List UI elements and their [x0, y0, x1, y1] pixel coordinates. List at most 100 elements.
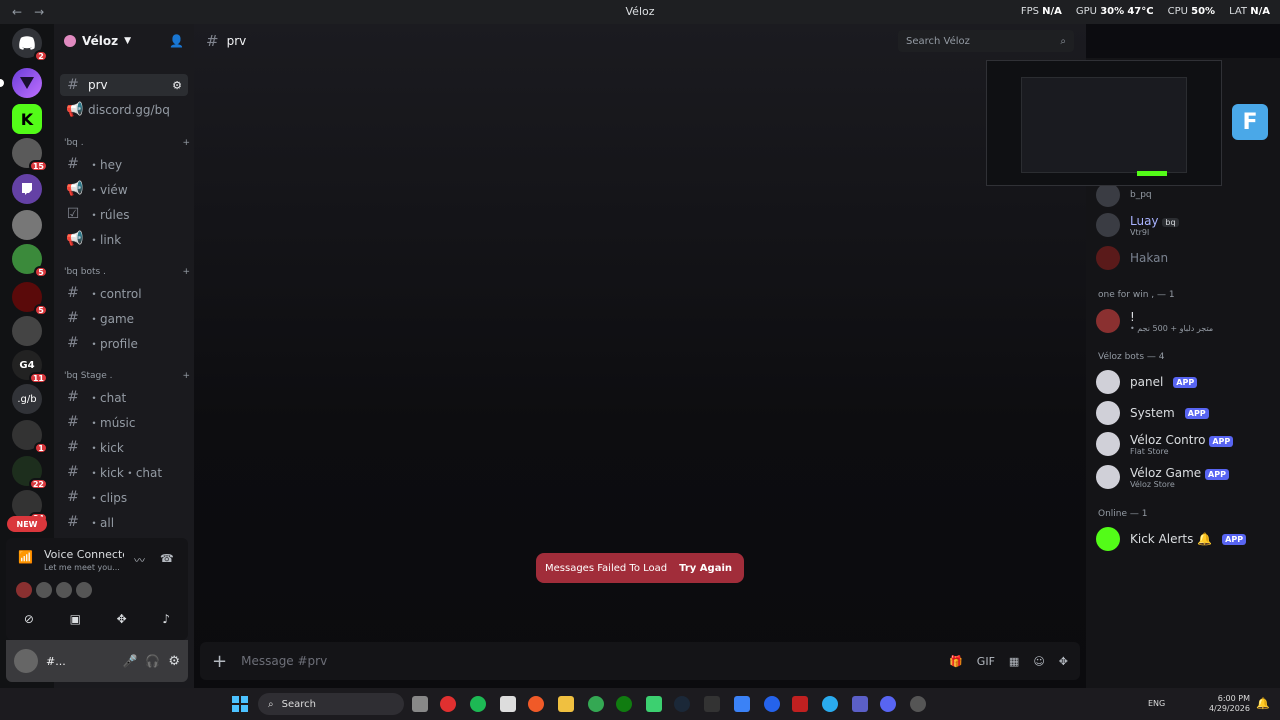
- plus-icon[interactable]: +: [182, 371, 190, 381]
- member-item[interactable]: Hakan: [1096, 245, 1276, 271]
- add-attachment-icon[interactable]: +: [212, 651, 227, 672]
- channel-item[interactable]: # ・chat: [60, 386, 188, 408]
- notification-bell-icon[interactable]: 🔔: [1256, 697, 1270, 710]
- channel-item[interactable]: # ・músic: [60, 411, 188, 433]
- channel-item[interactable]: # ・game: [60, 307, 188, 329]
- signal-icon[interactable]: 📶: [18, 550, 33, 564]
- microphone-icon[interactable]: 🎤: [122, 654, 137, 668]
- app-icon[interactable]: [910, 696, 926, 712]
- direct-messages-button[interactable]: 2: [12, 28, 48, 62]
- screen-share-icon[interactable]: ▣: [70, 612, 81, 626]
- kick-server-icon[interactable]: K: [12, 104, 42, 134]
- soundboard-icon[interactable]: ♪: [162, 612, 170, 626]
- activities-icon[interactable]: ✥: [117, 612, 127, 626]
- telegram-icon[interactable]: [822, 696, 838, 712]
- stream-preview[interactable]: [986, 60, 1222, 186]
- avatar[interactable]: [56, 582, 72, 598]
- avatar[interactable]: [14, 649, 38, 673]
- member-item[interactable]: System APP: [1096, 400, 1276, 426]
- server-icon[interactable]: 15: [12, 138, 48, 172]
- avatar[interactable]: [16, 582, 32, 598]
- apps-icon[interactable]: ✥: [1059, 655, 1068, 668]
- category-header[interactable]: 'bq Stage . +: [64, 371, 190, 381]
- try-again-button[interactable]: Try Again: [679, 563, 732, 574]
- app-icon[interactable]: [734, 696, 750, 712]
- channel-item[interactable]: # ・kick・chat: [60, 461, 188, 483]
- member-item[interactable]: Véloz Contro APP Flat Store: [1096, 431, 1276, 457]
- chrome-icon[interactable]: [588, 696, 604, 712]
- gif-icon[interactable]: GIF: [977, 655, 995, 668]
- channel-item[interactable]: # ・kick: [60, 436, 188, 458]
- new-badge[interactable]: NEW: [7, 516, 47, 532]
- app-icon[interactable]: [852, 696, 868, 712]
- discord-taskbar-icon[interactable]: [880, 696, 896, 712]
- back-icon[interactable]: ←: [12, 5, 22, 19]
- app-icon[interactable]: [528, 696, 544, 712]
- channel-item[interactable]: # ・control: [60, 282, 188, 304]
- server-icon[interactable]: [12, 316, 42, 346]
- app-icon[interactable]: [470, 696, 486, 712]
- xbox-icon[interactable]: [616, 696, 632, 712]
- channel-item[interactable]: # ・hey: [60, 153, 188, 175]
- category-header[interactable]: 'bq bots . +: [64, 267, 190, 277]
- app-icon[interactable]: [646, 696, 662, 712]
- channel-item[interactable]: ☑ ・rúles: [60, 203, 188, 225]
- member-item[interactable]: Luay bq Vtr9l: [1096, 212, 1276, 238]
- settings-icon[interactable]: ⚙: [172, 79, 188, 92]
- channel-item[interactable]: # ・all: [60, 511, 188, 533]
- member-item[interactable]: panel APP: [1096, 369, 1276, 395]
- search-icon: ⌕: [1060, 35, 1066, 47]
- member-item[interactable]: ! • متجر دلباو + 500 نجم: [1096, 308, 1276, 334]
- headphones-icon[interactable]: 🎧: [145, 654, 160, 668]
- file-explorer-icon[interactable]: [558, 696, 574, 712]
- start-icon[interactable]: [232, 696, 248, 712]
- category-header[interactable]: 'bq . +: [64, 138, 190, 148]
- server-icon[interactable]: 5: [12, 282, 48, 316]
- clock[interactable]: 6:00 PM 4/29/2026: [1209, 694, 1250, 714]
- forward-icon[interactable]: →: [34, 5, 44, 19]
- username[interactable]: #...: [46, 655, 76, 668]
- app-icon[interactable]: [440, 696, 456, 712]
- twitch-server-icon[interactable]: [12, 174, 42, 204]
- emoji-icon[interactable]: ☺: [1033, 655, 1044, 668]
- floating-app-icon[interactable]: F: [1232, 104, 1268, 140]
- server-icon[interactable]: 5: [12, 244, 48, 278]
- steam-icon[interactable]: [674, 696, 690, 712]
- server-icon[interactable]: .g/b: [12, 384, 42, 414]
- server-icon[interactable]: 22: [12, 456, 48, 490]
- epic-icon[interactable]: [704, 696, 720, 712]
- member-item[interactable]: Véloz Game APP Véloz Store: [1096, 464, 1276, 490]
- server-icon[interactable]: G4 11: [12, 350, 48, 384]
- server-icon[interactable]: [12, 210, 42, 240]
- server-icon[interactable]: [12, 68, 42, 98]
- app-icon[interactable]: [792, 696, 808, 712]
- gift-icon[interactable]: 🎁: [949, 655, 963, 668]
- task-view-icon[interactable]: [412, 696, 428, 712]
- member-item[interactable]: Kick Alerts 🔔 APP: [1096, 526, 1276, 552]
- voice-channel[interactable]: Let me meet you...: [44, 563, 120, 572]
- search-input[interactable]: Search Véloz ⌕: [898, 30, 1074, 52]
- language-indicator[interactable]: ENG: [1148, 699, 1165, 708]
- channel-item[interactable]: 📢 ・link: [60, 228, 188, 250]
- message-input[interactable]: Message #prv: [241, 654, 327, 668]
- noise-suppression-icon[interactable]: 〰: [134, 552, 145, 568]
- channel-prv[interactable]: # prv ⚙: [60, 74, 188, 96]
- channel-invite[interactable]: 📢 discord.gg/bq: [60, 99, 188, 121]
- app-icon[interactable]: [500, 696, 516, 712]
- settings-icon[interactable]: ⚙: [168, 654, 180, 669]
- disconnect-icon[interactable]: ☎: [160, 552, 174, 565]
- server-header[interactable]: Véloz ▼ 👤: [54, 24, 194, 58]
- avatar[interactable]: [36, 582, 52, 598]
- plus-icon[interactable]: +: [182, 138, 190, 148]
- avatar[interactable]: [76, 582, 92, 598]
- plus-icon[interactable]: +: [182, 267, 190, 277]
- invite-icon[interactable]: 👤: [169, 34, 184, 48]
- app-icon[interactable]: [764, 696, 780, 712]
- channel-item[interactable]: # ・profile: [60, 332, 188, 354]
- server-icon[interactable]: 1: [12, 420, 48, 454]
- camera-off-icon[interactable]: ⊘: [24, 612, 34, 626]
- sticker-icon[interactable]: ▦: [1009, 655, 1019, 668]
- taskbar-search[interactable]: ⌕ Search: [258, 693, 404, 715]
- channel-item[interactable]: 📢 ・viéw: [60, 178, 188, 200]
- channel-item[interactable]: # ・clips: [60, 486, 188, 508]
